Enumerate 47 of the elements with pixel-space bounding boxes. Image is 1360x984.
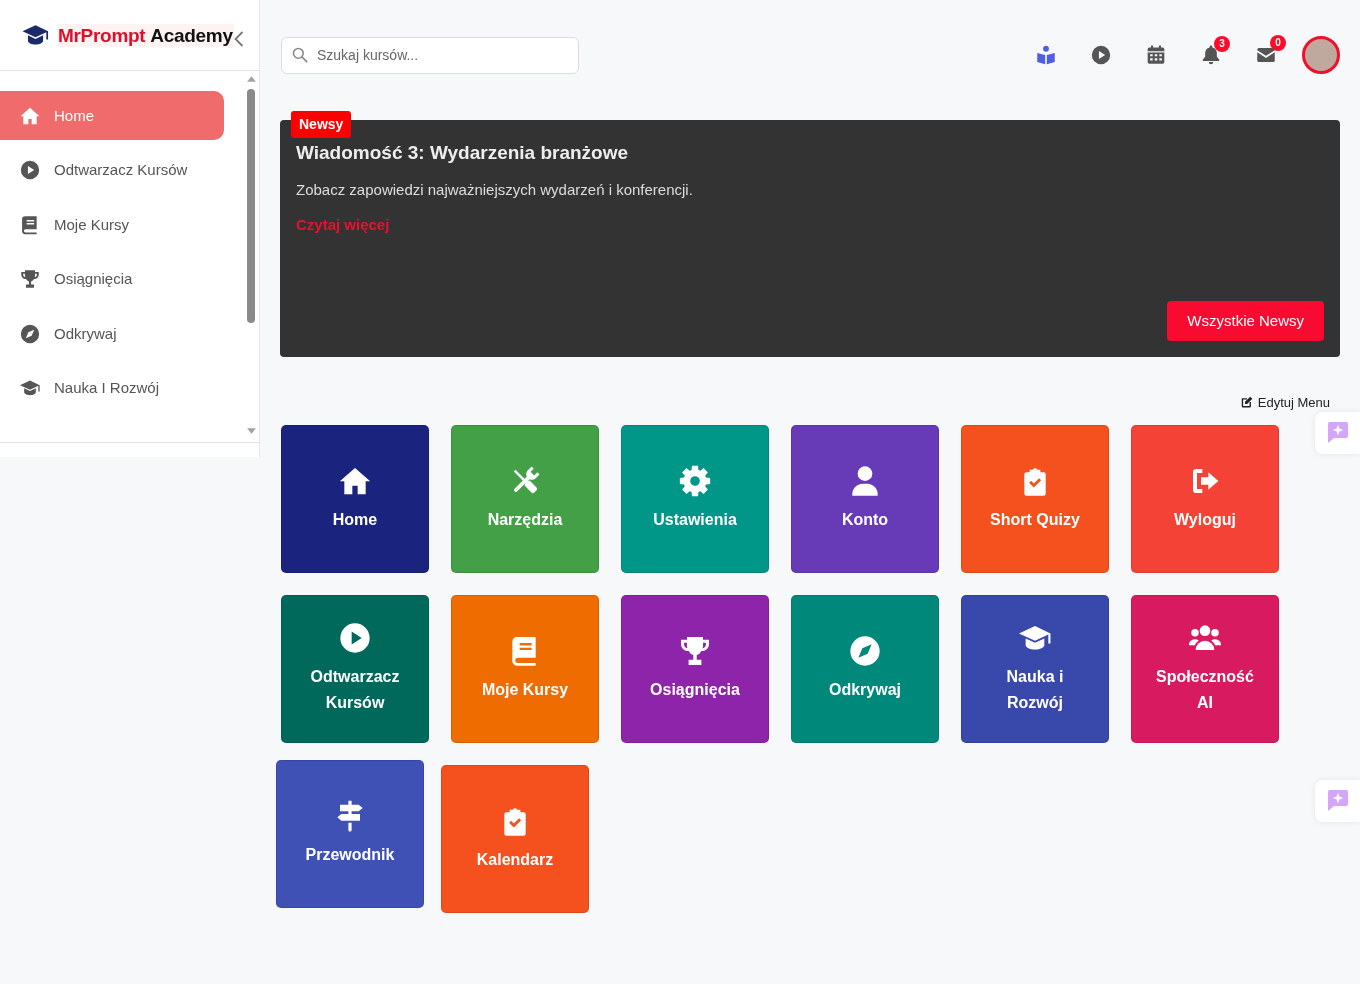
news-category-badge: Newsy — [291, 111, 352, 138]
menu-tile[interactable]: Konto — [791, 425, 939, 573]
menu-tile[interactable]: Kalendarz — [441, 765, 589, 913]
home-icon — [20, 105, 40, 126]
edit-menu-button[interactable]: Edytuj Menu — [1239, 395, 1330, 410]
user-icon — [849, 465, 881, 497]
chevron-left-icon[interactable] — [233, 31, 244, 47]
trophy-icon — [20, 269, 40, 290]
envelope-icon[interactable] — [1256, 45, 1276, 65]
menu-tile[interactable]: Wyloguj — [1131, 425, 1279, 573]
scrollbar-thumb[interactable] — [247, 89, 255, 323]
menu-tile[interactable]: Home — [281, 425, 429, 573]
sidebar-item[interactable]: Moje Kursy — [0, 200, 224, 250]
trophy-icon — [679, 635, 711, 667]
edit-icon — [1239, 396, 1253, 409]
home-icon — [339, 465, 371, 497]
book-reader-icon[interactable] — [1036, 45, 1056, 65]
search-field[interactable]: Szukaj kursów... — [281, 36, 579, 74]
menu-tile[interactable]: Odtwarzacz Kursów — [281, 595, 429, 743]
menu-tile[interactable]: Odkrywaj — [791, 595, 939, 743]
all-news-button[interactable]: Wszystkie Newsy — [1167, 301, 1324, 341]
message-count-badge: 0 — [1270, 35, 1286, 51]
gear-icon — [679, 465, 711, 497]
news-title: Wiadomość 3: Wydarzenia branżowe — [296, 142, 629, 164]
menu-tile[interactable]: Ustawienia — [621, 425, 769, 573]
compass-icon — [20, 323, 40, 344]
menu-tile[interactable]: Nauka i Rozwój — [961, 595, 1109, 743]
book-icon — [20, 214, 40, 235]
scroll-up-icon[interactable] — [246, 76, 256, 82]
menu-tile[interactable]: Osiągnięcia — [621, 595, 769, 743]
menu-tile[interactable]: Przewodnik — [276, 760, 424, 908]
news-description: Zobacz zapowiedzi najważniejszych wydarzeń i konferencji. — [296, 180, 693, 200]
notification-count-badge: 3 — [1214, 36, 1230, 52]
menu-tile[interactable]: Społeczność AI — [1131, 595, 1279, 743]
menu-tile[interactable]: Short Quizy — [961, 425, 1109, 573]
search-icon — [292, 47, 308, 63]
sidebar-item[interactable]: Odtwarzacz Kursów — [0, 145, 224, 195]
sidebar-item[interactable]: Odkrywaj — [0, 309, 224, 359]
bell-icon[interactable] — [1201, 45, 1221, 65]
logo-suffix-text: Academy — [150, 23, 233, 47]
sidebar-item[interactable]: Osiągnięcia — [0, 254, 224, 304]
logo-brand-text: MrPrompt — [58, 23, 146, 47]
calendar-icon[interactable] — [1146, 45, 1166, 65]
avatar-placeholder[interactable] — [1302, 36, 1340, 74]
compass-icon — [849, 635, 881, 667]
sidebar-item[interactable]: Nauka I Rozwój — [0, 363, 224, 413]
scroll-down-icon[interactable] — [246, 428, 256, 434]
